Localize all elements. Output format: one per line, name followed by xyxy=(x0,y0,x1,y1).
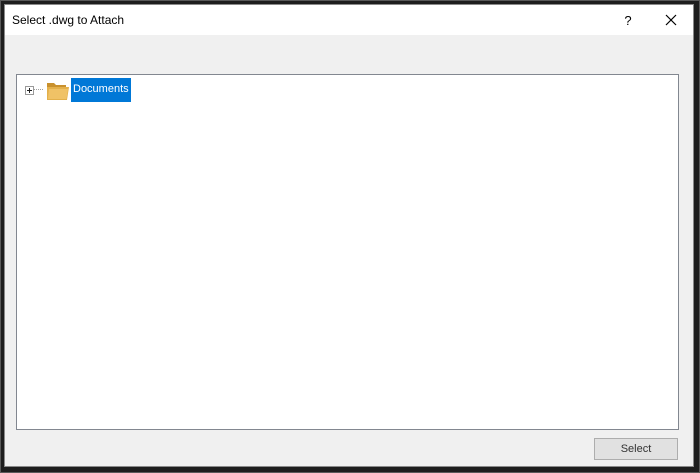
tree-node-label[interactable]: Documents xyxy=(71,78,131,102)
help-icon: ? xyxy=(624,12,632,28)
close-icon xyxy=(665,14,677,26)
title-bar: Select .dwg to Attach ? xyxy=(5,5,693,35)
select-dwg-dialog: Select .dwg to Attach ? Documents Select xyxy=(4,4,694,467)
expand-icon[interactable] xyxy=(25,85,34,95)
select-button[interactable]: Select xyxy=(594,438,678,460)
dialog-title: Select .dwg to Attach xyxy=(12,13,125,27)
folder-tree[interactable]: Documents xyxy=(16,74,679,430)
tree-connector xyxy=(34,89,43,91)
help-button[interactable]: ? xyxy=(611,5,645,35)
close-button[interactable] xyxy=(653,5,689,35)
tree-node-documents[interactable]: Documents xyxy=(25,77,131,103)
folder-icon xyxy=(47,83,69,100)
